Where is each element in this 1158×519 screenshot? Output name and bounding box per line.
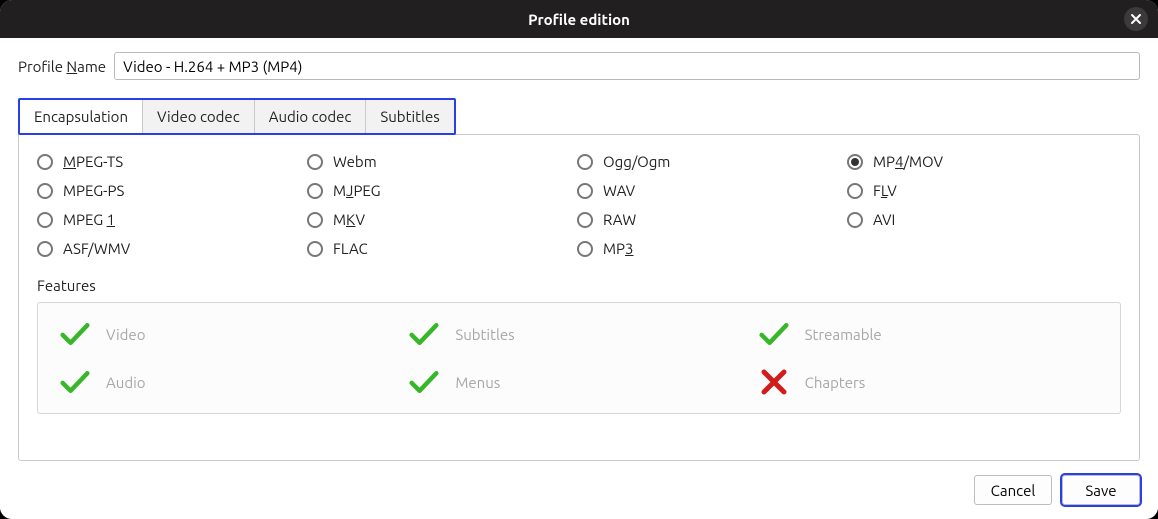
check-icon	[759, 319, 789, 349]
encap-option-wav[interactable]: WAV	[577, 182, 847, 199]
tab-audio-codec[interactable]: Audio codec	[255, 100, 367, 133]
label-text: ame	[77, 58, 106, 75]
encap-option-flac[interactable]: FLAC	[307, 240, 577, 257]
feature-label: Menus	[455, 374, 500, 391]
tab-bar: Encapsulation Video codec Audio codec Su…	[18, 98, 456, 135]
encap-option-mpeg-ps[interactable]: MPEG-PS	[37, 182, 307, 199]
encap-option-asf-wmv[interactable]: ASF/WMV	[37, 240, 307, 257]
close-button[interactable]	[1124, 7, 1148, 31]
radio-icon	[577, 241, 593, 257]
check-icon	[409, 367, 439, 397]
tab-encapsulation[interactable]: Encapsulation	[20, 100, 143, 133]
encap-option-mp3[interactable]: MP3	[577, 240, 847, 257]
profile-name-label: Profile Name	[18, 58, 106, 75]
feature-label: Subtitles	[455, 326, 514, 343]
radio-icon	[307, 241, 323, 257]
radio-icon	[307, 154, 323, 170]
radio-icon	[37, 154, 53, 170]
feature-label: Video	[106, 326, 145, 343]
radio-icon	[37, 183, 53, 199]
cross-icon	[759, 367, 789, 397]
feature-label: Chapters	[805, 374, 866, 391]
profile-name-input[interactable]	[114, 52, 1140, 80]
check-icon	[60, 319, 90, 349]
encap-option-mjpeg[interactable]: MJPEG	[307, 182, 577, 199]
radio-icon	[577, 212, 593, 228]
feature-streamable: Streamable	[759, 319, 1098, 349]
radio-icon	[847, 183, 863, 199]
check-icon	[409, 319, 439, 349]
encapsulation-panel: MPEG-TS Webm Ogg/Ogm MP4/MOV MPEG-PS MJP…	[18, 134, 1140, 461]
label-text: Profile	[18, 58, 66, 75]
profile-edition-window: Profile edition Profile Name Encapsulati…	[0, 0, 1158, 519]
encap-option-mpeg-1[interactable]: MPEG 1	[37, 211, 307, 228]
dialog-buttons: Cancel Save	[18, 475, 1140, 505]
radio-icon	[577, 154, 593, 170]
features-box: Video Subtitles Streamable Audio Menus	[37, 302, 1121, 414]
radio-icon	[577, 183, 593, 199]
radio-icon	[847, 154, 863, 170]
profile-name-row: Profile Name	[18, 52, 1140, 80]
check-icon	[60, 367, 90, 397]
radio-icon	[307, 183, 323, 199]
encap-option-raw[interactable]: RAW	[577, 211, 847, 228]
feature-chapters: Chapters	[759, 367, 1098, 397]
encap-option-flv[interactable]: FLV	[847, 182, 1121, 199]
feature-menus: Menus	[409, 367, 748, 397]
encap-option-webm[interactable]: Webm	[307, 153, 577, 170]
encap-option-avi[interactable]: AVI	[847, 211, 1121, 228]
dialog-body: Profile Name Encapsulation Video codec A…	[0, 38, 1158, 519]
feature-label: Audio	[106, 374, 146, 391]
encap-option-ogg[interactable]: Ogg/Ogm	[577, 153, 847, 170]
feature-audio: Audio	[60, 367, 399, 397]
radio-icon	[307, 212, 323, 228]
encap-option-mp4-mov[interactable]: MP4/MOV	[847, 153, 1121, 170]
close-icon	[1130, 13, 1142, 25]
feature-subtitles: Subtitles	[409, 319, 748, 349]
tab-video-codec[interactable]: Video codec	[143, 100, 255, 133]
cancel-button[interactable]: Cancel	[974, 475, 1052, 505]
radio-icon	[847, 212, 863, 228]
feature-video: Video	[60, 319, 399, 349]
radio-icon	[37, 212, 53, 228]
encapsulation-options: MPEG-TS Webm Ogg/Ogm MP4/MOV MPEG-PS MJP…	[37, 153, 1121, 257]
save-button[interactable]: Save	[1062, 475, 1140, 505]
encap-option-mkv[interactable]: MKV	[307, 211, 577, 228]
tab-subtitles[interactable]: Subtitles	[366, 100, 453, 133]
radio-icon	[37, 241, 53, 257]
features-heading: Features	[37, 277, 1121, 294]
window-title: Profile edition	[528, 11, 630, 28]
titlebar: Profile edition	[0, 0, 1158, 38]
label-mnemonic: N	[66, 58, 77, 75]
encap-option-mpeg-ts[interactable]: MPEG-TS	[37, 153, 307, 170]
feature-label: Streamable	[805, 326, 882, 343]
